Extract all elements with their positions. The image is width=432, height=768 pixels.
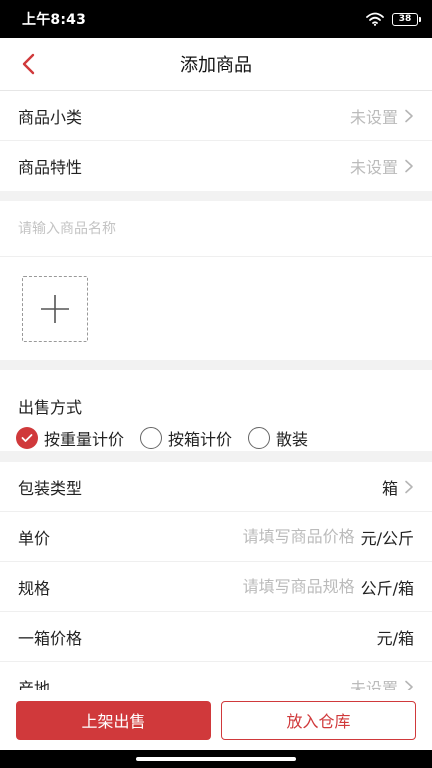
row-value: 箱 <box>381 478 398 498</box>
battery-level: 38 <box>398 14 412 24</box>
row-label: 商品小类 <box>18 107 83 127</box>
row-right: 未设置 <box>350 104 414 128</box>
product-section <box>0 201 432 360</box>
radio-label: 按箱计价 <box>168 430 233 449</box>
row-packaging-type[interactable]: 包装类型 箱 <box>0 462 432 512</box>
row-box-price: 一箱价格 元/箱 <box>0 612 432 662</box>
radio-by-weight[interactable]: 按重量计价 <box>16 426 124 450</box>
wifi-icon <box>366 12 384 26</box>
status-bar: 上午8:43 38 <box>0 0 432 38</box>
list-for-sale-button[interactable]: 上架出售 <box>16 700 211 740</box>
row-unit: 公斤/箱 <box>360 578 414 598</box>
unit-price-input[interactable] <box>224 527 355 546</box>
photo-area <box>0 257 432 360</box>
page-title: 添加商品 <box>180 55 252 76</box>
sale-method-options: 按重量计价 按箱计价 散装 <box>0 418 432 450</box>
sale-method-section: 出售方式 按重量计价 按箱计价 散装 <box>0 370 432 451</box>
row-label: 规格 <box>18 578 51 598</box>
row-value: 未设置 <box>349 158 398 177</box>
row-value: 未设置 <box>349 107 398 127</box>
row-origin[interactable]: 产地 未设置 <box>0 662 432 690</box>
row-label: 商品特性 <box>18 158 83 177</box>
row-label: 包装类型 <box>18 478 83 498</box>
row-spec: 规格 公斤/箱 <box>0 562 432 612</box>
row-label: 单价 <box>18 528 51 548</box>
bottom-action-bar: 上架出售 放入仓库 <box>0 690 432 750</box>
add-photo-button[interactable] <box>22 276 88 342</box>
status-icons: 38 <box>366 12 421 26</box>
plus-icon <box>41 295 69 323</box>
row-right: 元/公斤 <box>224 525 414 549</box>
chevron-right-icon <box>405 109 413 122</box>
home-indicator[interactable] <box>136 757 296 761</box>
row-subcategory[interactable]: 商品小类 未设置 <box>0 91 432 141</box>
row-value: 未设置 <box>349 679 398 690</box>
nav-bar: 添加商品 <box>0 38 432 91</box>
put-in-warehouse-button[interactable]: 放入仓库 <box>221 700 416 740</box>
radio-unchecked-icon <box>140 427 163 449</box>
row-unit: 元/公斤 <box>360 528 414 548</box>
home-area <box>0 750 432 768</box>
radio-checked-icon <box>16 427 38 449</box>
spec-input[interactable] <box>224 577 355 596</box>
row-label: 产地 <box>18 679 51 690</box>
chevron-left-icon <box>22 53 35 75</box>
chevron-right-icon <box>405 480 413 493</box>
row-right: 箱 <box>382 475 414 499</box>
details-section: 包装类型 箱 单价 元/公斤 规格 公斤/箱 一箱价格 元/箱 产地 未设置 <box>0 462 432 690</box>
chevron-right-icon <box>405 680 413 690</box>
row-right: 未设置 <box>350 154 414 178</box>
radio-label: 按重量计价 <box>44 430 125 449</box>
row-feature[interactable]: 商品特性 未设置 <box>0 141 432 191</box>
row-right: 未设置 <box>350 675 414 690</box>
radio-bulk[interactable]: 散装 <box>248 426 308 450</box>
battery-icon: 38 <box>392 12 421 26</box>
row-unit: 元/箱 <box>376 628 414 648</box>
row-label: 一箱价格 <box>18 628 83 648</box>
status-time: 上午8:43 <box>22 12 87 28</box>
radio-unchecked-icon <box>248 427 271 449</box>
row-right: 公斤/箱 <box>224 575 414 599</box>
category-section: 商品小类 未设置 商品特性 未设置 <box>0 91 432 191</box>
radio-by-box[interactable]: 按箱计价 <box>140 426 232 450</box>
radio-label: 散装 <box>276 430 309 449</box>
row-right: 元/箱 <box>377 625 414 649</box>
sale-method-title: 出售方式 <box>18 398 83 417</box>
chevron-right-icon <box>405 159 413 173</box>
product-name-input[interactable] <box>0 201 432 257</box>
row-unit-price: 单价 元/公斤 <box>0 512 432 562</box>
back-button[interactable] <box>12 46 44 82</box>
